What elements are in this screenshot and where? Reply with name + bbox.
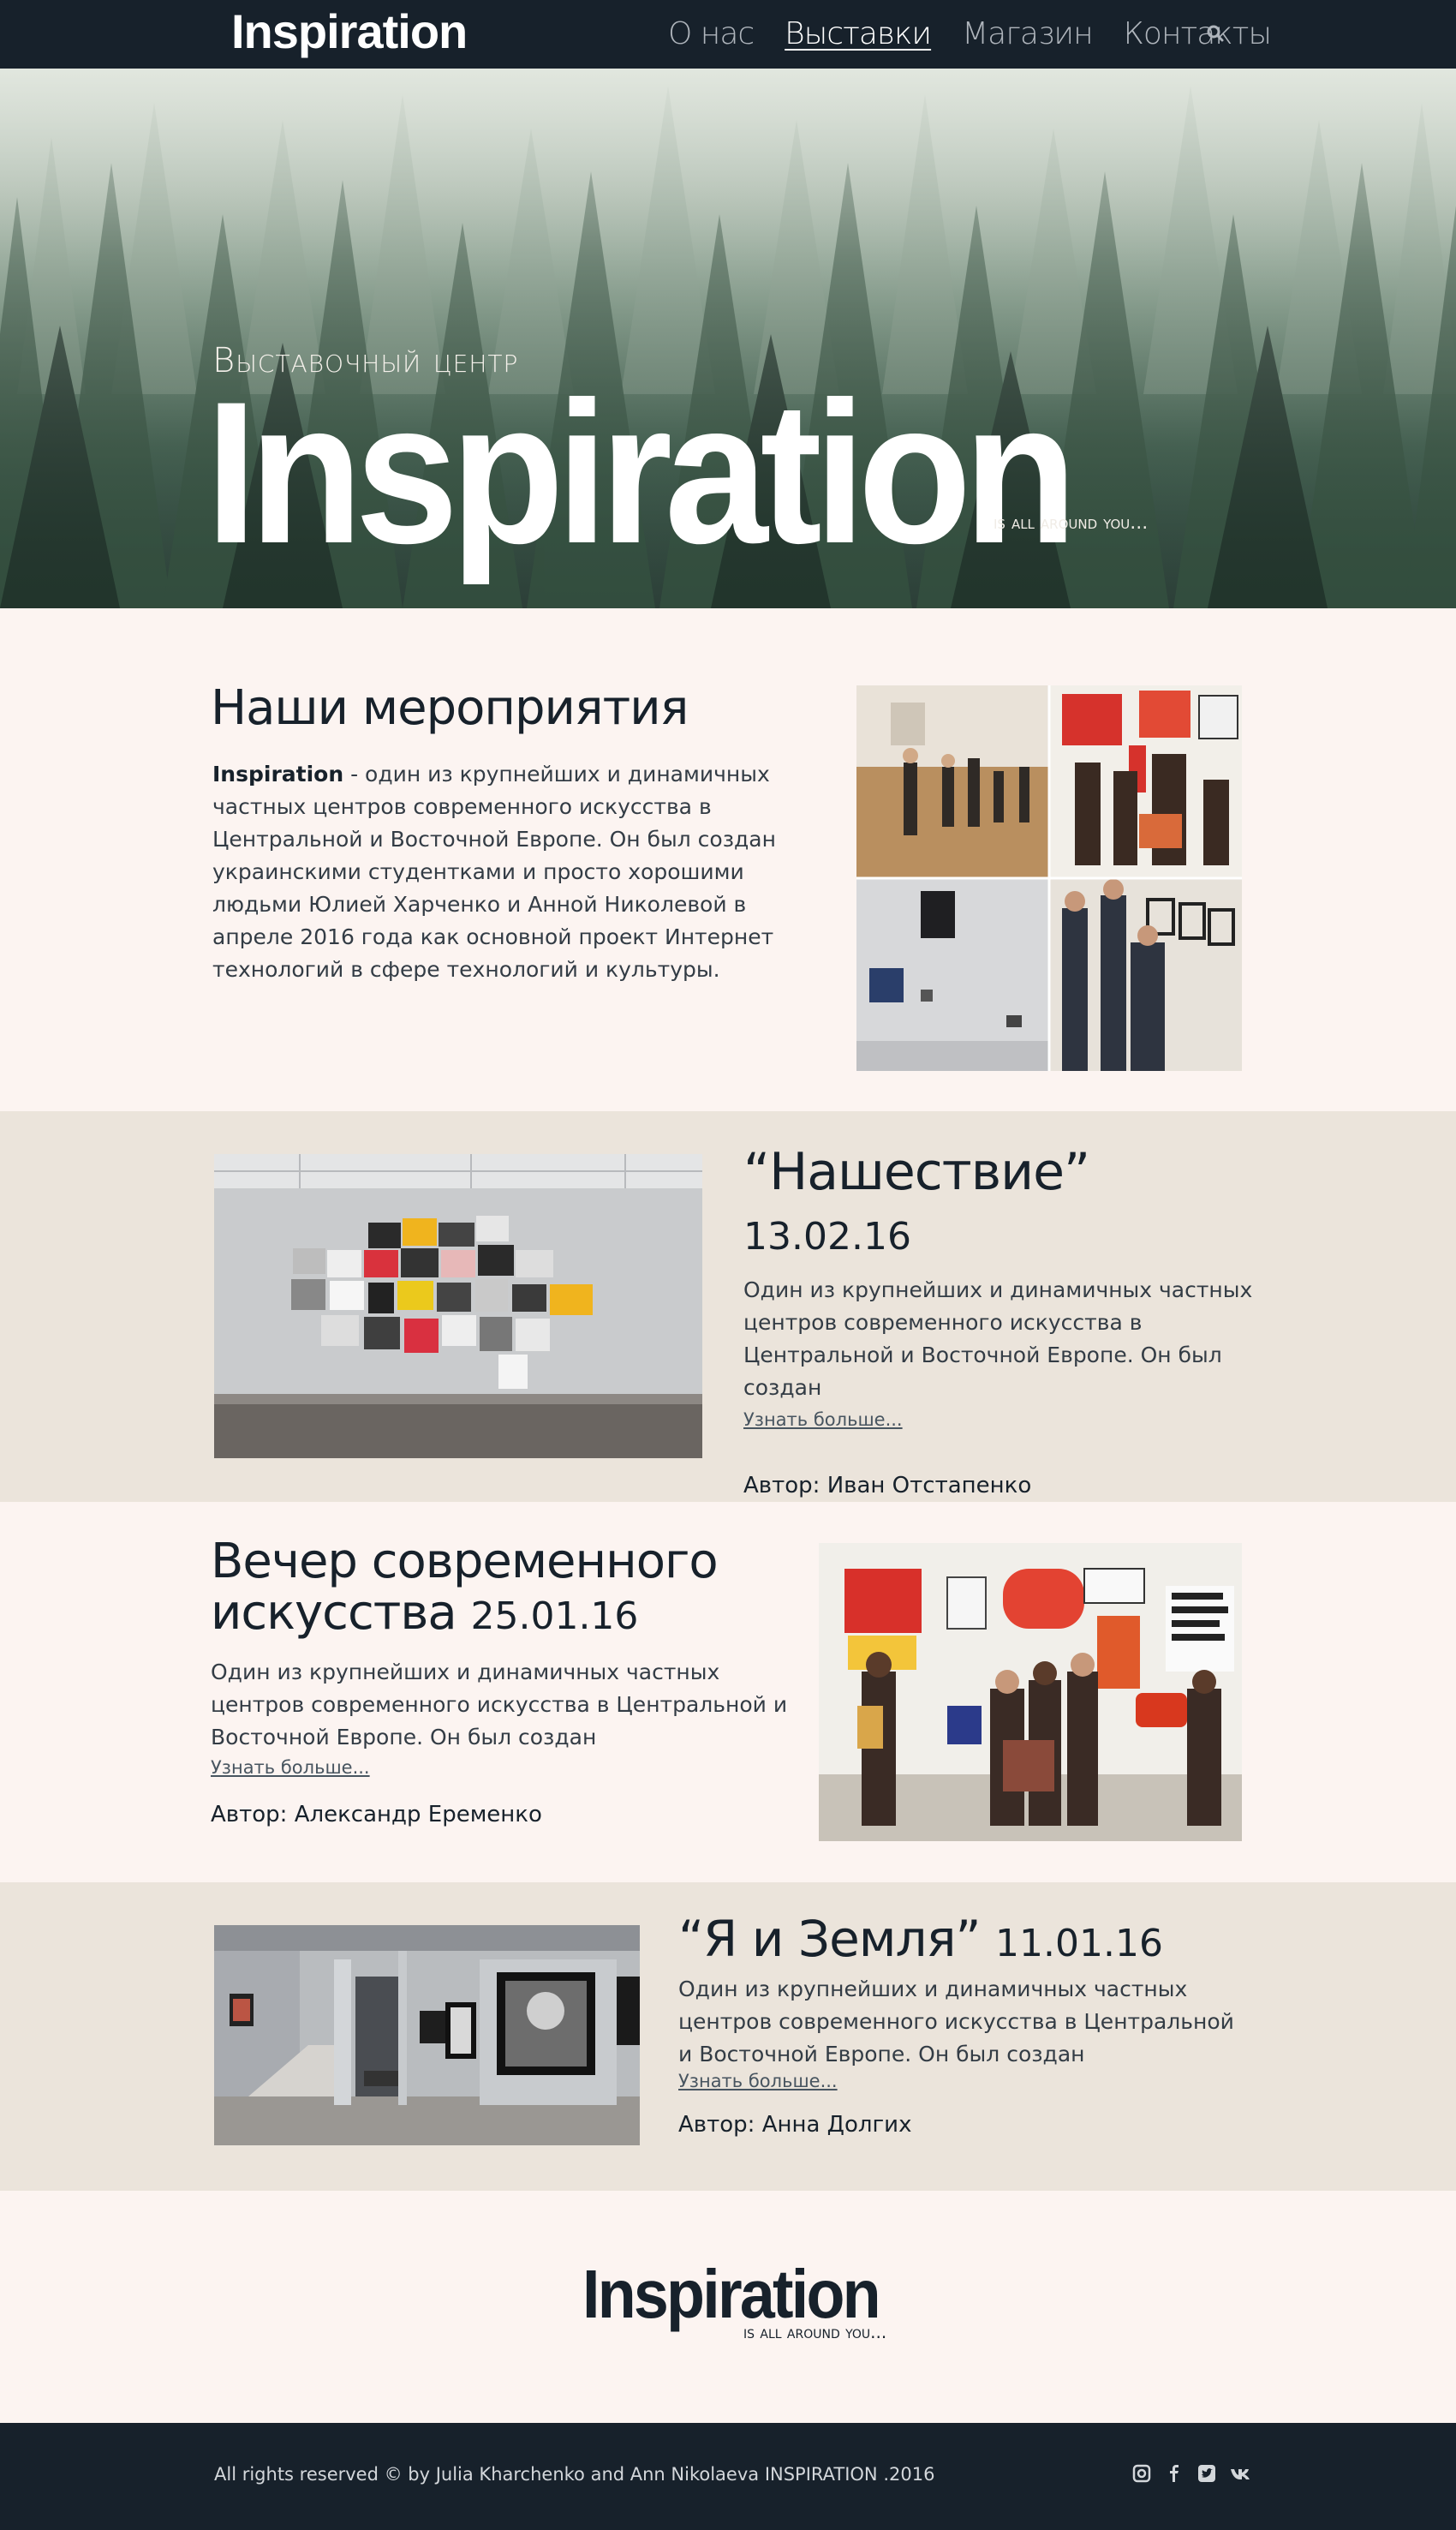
nav-item-shop[interactable]: Магазин <box>962 16 1094 51</box>
event-image <box>214 1154 702 1458</box>
event-author: Автор: Александр Еременко <box>211 1802 542 1827</box>
footer-logo-title: Inspiration <box>582 2256 881 2332</box>
learn-more-link[interactable]: Узнать больше... <box>211 1757 370 1778</box>
site-logo[interactable]: Inspiration <box>231 2 468 62</box>
event-author: Автор: Анна Долгих <box>678 2112 912 2138</box>
twitter-icon[interactable] <box>1197 2464 1216 2483</box>
hero-title: Inspiration <box>206 360 1077 586</box>
event-image <box>819 1543 1242 1841</box>
event-section: “Я и Земля” 11.01.16 Один из крупнейших … <box>0 1882 1456 2191</box>
about-brand: Inspiration <box>212 762 344 787</box>
event-name: “Я и Земля” <box>678 1910 982 1968</box>
top-navbar: Inspiration О нас Выставки Магазин Конта… <box>0 0 1456 69</box>
event-name: Вечер современного искусства <box>211 1534 719 1641</box>
copyright-text: All rights reserved © by Julia Kharchenk… <box>214 2464 935 2485</box>
learn-more-link[interactable]: Узнать больше... <box>743 1409 903 1430</box>
event-name: “Нашествие” <box>743 1142 1090 1202</box>
hero-banner: Выставочный центр Inspiration is all aro… <box>0 69 1456 608</box>
nav-item-about[interactable]: О нас <box>668 16 755 51</box>
footer-logo[interactable]: Inspiration is all around you... <box>582 2256 904 2343</box>
event-date: 13.02.16 <box>743 1215 911 1259</box>
event-title: Вечер современного искусства 25.01.16 <box>211 1536 793 1642</box>
about-section: Наши мероприятия Inspiration - один из к… <box>0 608 1456 1111</box>
hero-tagline: is all around you... <box>994 512 1149 534</box>
event-section: Вечер современного искусства 25.01.16 Од… <box>0 1502 1456 1882</box>
nav-item-exhibitions[interactable]: Выставки <box>785 16 932 51</box>
social-links <box>1132 2464 1250 2483</box>
event-date: 11.01.16 <box>995 1922 1163 1965</box>
event-image <box>214 1925 640 2145</box>
vk-icon[interactable] <box>1230 2464 1250 2483</box>
nav-item-contacts[interactable]: Контакты <box>1124 16 1272 51</box>
learn-more-link[interactable]: Узнать больше... <box>678 2071 838 2091</box>
facebook-icon[interactable] <box>1165 2464 1184 2483</box>
about-title: Наши мероприятия <box>211 680 689 736</box>
footer-logo-tagline: is all around you... <box>743 2322 887 2342</box>
event-title: “Я и Земля” 11.01.16 <box>678 1913 1244 1970</box>
event-title: “Нашествие” 13.02.16 <box>743 1142 1257 1262</box>
page-footer: All rights reserved © by Julia Kharchenk… <box>0 2423 1456 2530</box>
search-icon[interactable] <box>1206 24 1225 43</box>
event-collage-image <box>856 685 1242 1071</box>
about-body: - один из крупнейших и динамичных частны… <box>212 762 776 982</box>
event-date: 25.01.16 <box>470 1594 639 1638</box>
event-description: Один из крупнейших и динамичных частных … <box>211 1660 788 1749</box>
about-text: Inspiration - один из крупнейших и динам… <box>212 758 820 986</box>
event-section: “Нашествие” 13.02.16 Один из крупнейших … <box>0 1111 1456 1502</box>
event-author: Автор: Иван Отстапенко <box>743 1473 1032 1498</box>
instagram-icon[interactable] <box>1132 2464 1151 2483</box>
event-description: Один из крупнейших и динамичных частных … <box>678 1977 1234 2066</box>
event-description: Один из крупнейших и динамичных частных … <box>743 1277 1253 1400</box>
